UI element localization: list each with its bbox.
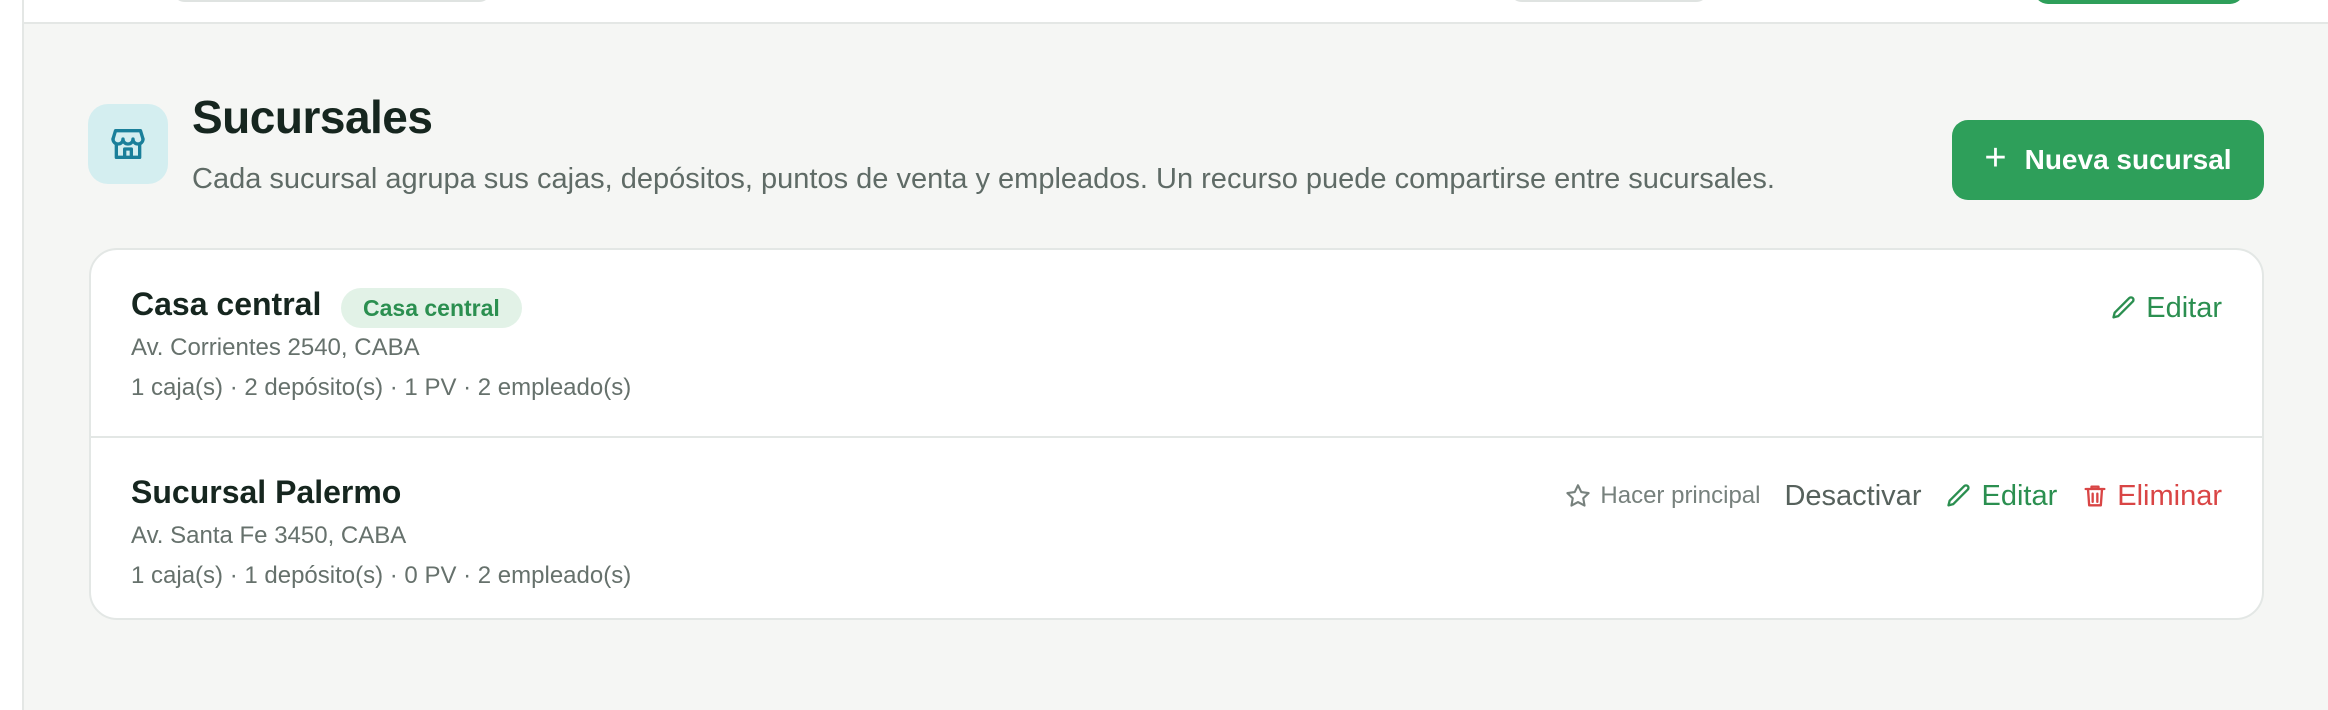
make-main-label: Hacer principal xyxy=(1600,482,1761,509)
branch-stats: 1 caja(s) · 2 depósito(s) · 1 PV · 2 emp… xyxy=(131,374,632,401)
topbar-search[interactable] xyxy=(172,0,492,2)
new-branch-button[interactable]: + Nueva sucursal xyxy=(1952,120,2264,200)
branch-row: Sucursal Palermo Av. Santa Fe 3450, CABA… xyxy=(91,436,2262,618)
topbar-selector[interactable] xyxy=(1509,0,1709,2)
branch-row: Casa central Casa central Av. Corrientes… xyxy=(91,250,2262,436)
branch-name: Sucursal Palermo xyxy=(131,474,402,510)
branch-list: Casa central Casa central Av. Corrientes… xyxy=(89,248,2264,620)
store-icon xyxy=(88,104,168,184)
page-title: Sucursales xyxy=(192,91,433,143)
delete-button[interactable]: Eliminar xyxy=(2081,480,2222,513)
branch-name: Casa central xyxy=(131,286,322,322)
star-icon xyxy=(1564,482,1592,510)
edit-button[interactable]: Editar xyxy=(1945,480,2057,513)
deactivate-label: Desactivar xyxy=(1784,479,1922,512)
branch-actions: Hacer principal Desactivar Editar Elimin… xyxy=(1564,474,2222,518)
app-root: Sucursales Cada sucursal agrupa sus caja… xyxy=(0,0,2328,710)
main-branch-badge: Casa central xyxy=(341,288,522,328)
sidebar-rail xyxy=(0,0,24,710)
edit-label: Editar xyxy=(2146,291,2222,324)
branch-address: Av. Santa Fe 3450, CABA xyxy=(131,522,407,549)
branch-stats: 1 caja(s) · 1 depósito(s) · 0 PV · 2 emp… xyxy=(131,562,632,589)
make-main-button[interactable]: Hacer principal xyxy=(1564,482,1760,510)
page-subtitle: Cada sucursal agrupa sus cajas, depósito… xyxy=(192,163,1775,195)
delete-label: Eliminar xyxy=(2117,479,2222,512)
edit-label: Editar xyxy=(1981,479,2058,512)
topbar-action-button[interactable] xyxy=(2034,0,2244,4)
deactivate-button[interactable]: Desactivar xyxy=(1784,480,1921,513)
pencil-icon xyxy=(2110,294,2138,322)
plus-icon: + xyxy=(1984,137,2007,179)
top-bar xyxy=(24,0,2328,24)
pencil-icon xyxy=(1945,482,1973,510)
branch-address: Av. Corrientes 2540, CABA xyxy=(131,334,420,361)
branch-actions: Editar xyxy=(2110,286,2222,330)
edit-button[interactable]: Editar xyxy=(2110,292,2222,325)
new-branch-label: Nueva sucursal xyxy=(2024,144,2232,175)
trash-icon xyxy=(2081,482,2109,510)
